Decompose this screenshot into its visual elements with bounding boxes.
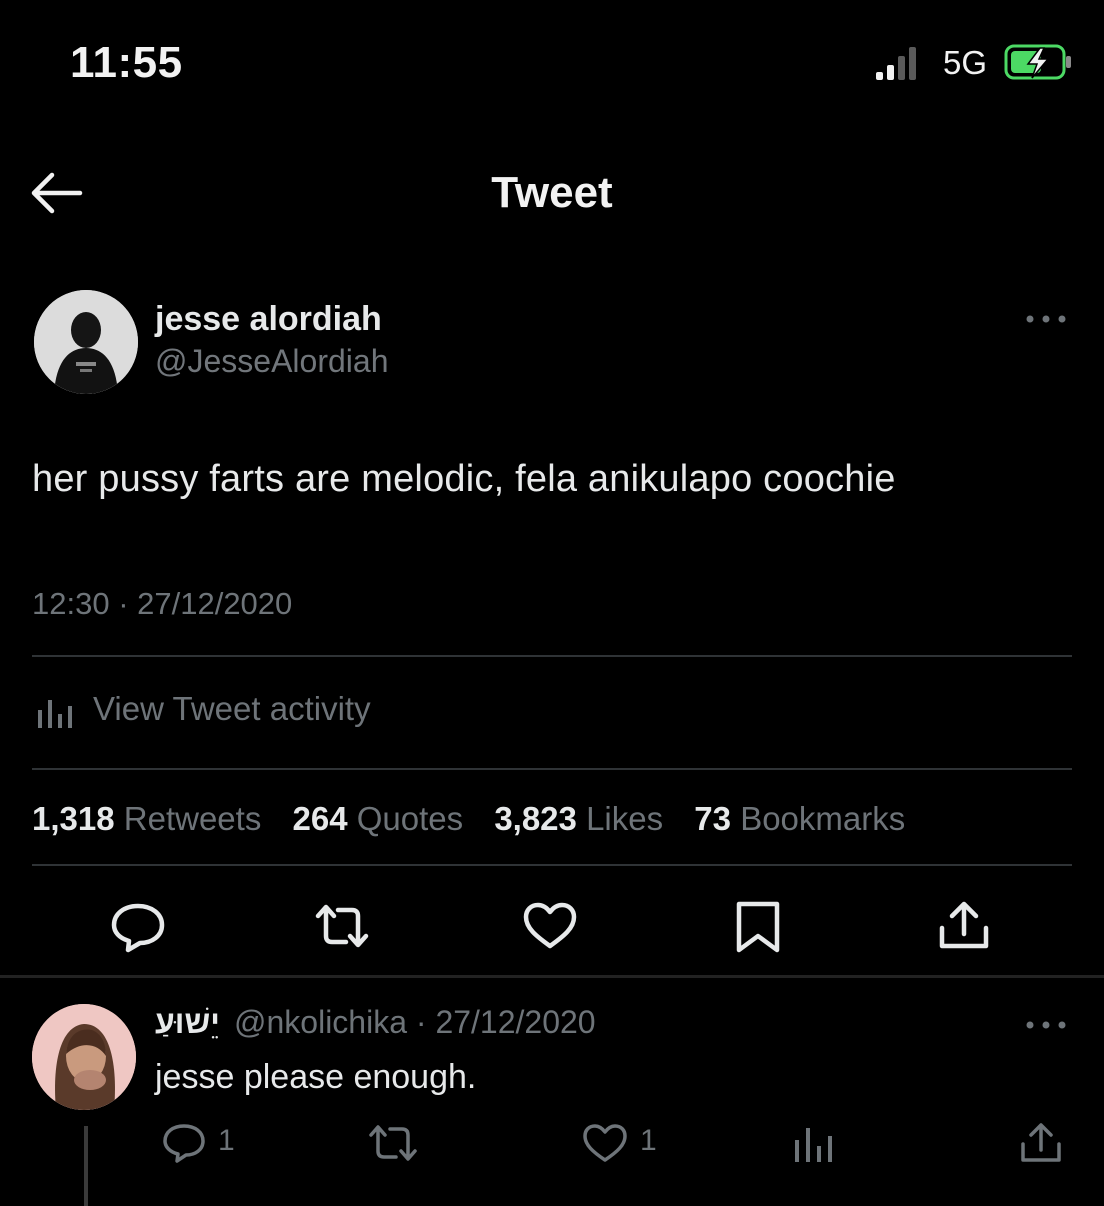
- thread-line: [84, 1126, 88, 1206]
- page-title: Tweet: [491, 168, 613, 217]
- divider: [32, 864, 1072, 866]
- reply-author-avatar[interactable]: [32, 1004, 136, 1110]
- tweet-text: her pussy farts are melodic, fela anikul…: [32, 458, 896, 500]
- bookmarks-stat[interactable]: 73 Bookmarks: [694, 800, 905, 837]
- like-icon[interactable]: [520, 898, 580, 954]
- share-icon[interactable]: [934, 898, 994, 954]
- views-icon[interactable]: [792, 1120, 836, 1166]
- share-icon[interactable]: [1016, 1120, 1066, 1166]
- retweets-stat[interactable]: 1,318 Retweets: [32, 800, 261, 837]
- tweet-stats: 1,318 Retweets 264 Quotes 3,823 Likes 73…: [32, 800, 905, 838]
- more-options-icon[interactable]: [1022, 302, 1070, 336]
- quotes-stat[interactable]: 264 Quotes: [293, 800, 464, 837]
- author-name[interactable]: jesse alordiah: [155, 300, 382, 339]
- likes-stat[interactable]: 3,823 Likes: [494, 800, 663, 837]
- tweet-timestamp[interactable]: 12:30 · 27/12/2020: [32, 586, 292, 622]
- author-handle[interactable]: @JesseAlordiah: [155, 343, 388, 380]
- signal-bars-icon: [876, 44, 928, 80]
- divider: [32, 768, 1072, 770]
- reply-text: jesse please enough.: [155, 1058, 477, 1096]
- more-options-icon[interactable]: [1022, 1008, 1070, 1042]
- reply-reply-count: 1: [218, 1124, 235, 1157]
- reply-author-meta[interactable]: @nkolichika · 27/12/2020: [234, 1004, 596, 1041]
- analytics-icon[interactable]: [36, 694, 76, 730]
- view-tweet-activity-link[interactable]: View Tweet activity: [93, 690, 371, 728]
- retweet-icon[interactable]: [366, 1120, 420, 1166]
- divider: [32, 655, 1072, 657]
- bookmark-icon[interactable]: [728, 898, 788, 954]
- divider: [0, 975, 1104, 978]
- reply-icon[interactable]: [108, 898, 168, 954]
- battery-charging-icon: [1004, 44, 1071, 80]
- status-time: 11:55: [70, 38, 183, 87]
- retweet-icon[interactable]: [312, 898, 372, 954]
- like-icon[interactable]: [580, 1120, 630, 1166]
- reply-like-count: 1: [640, 1124, 657, 1157]
- author-avatar[interactable]: [34, 290, 138, 394]
- reply-icon[interactable]: [160, 1120, 208, 1166]
- network-label: 5G: [943, 44, 988, 81]
- reply-author-name[interactable]: יֵשׁוּעַ: [155, 1004, 220, 1041]
